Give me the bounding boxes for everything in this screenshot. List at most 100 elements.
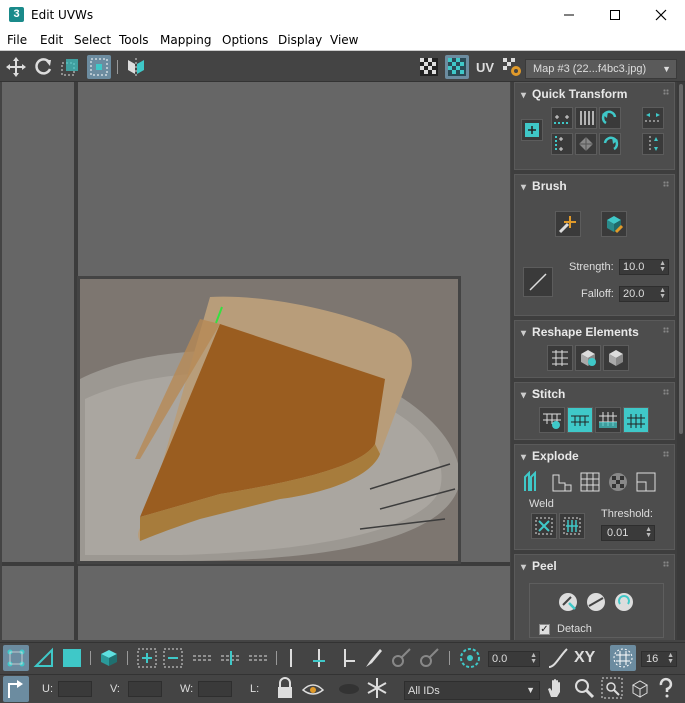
falloff-spinner[interactable]: 20.0 ▲ ▼ [619,286,669,302]
relax-button[interactable] [575,345,601,371]
minimize-button[interactable] [546,0,592,30]
move-tool-button[interactable] [4,55,28,79]
w-field[interactable] [198,681,232,697]
zoom-button[interactable] [572,676,596,700]
space-horizontal-button[interactable] [575,107,597,129]
grid-snap-icon [613,648,633,668]
align-vertical-button[interactable] [551,133,573,155]
rollout-title[interactable]: Peel [521,559,557,573]
relax-brush-button[interactable] [601,211,627,237]
hide-button[interactable] [337,676,361,700]
panel-scrollbar-thumb[interactable] [679,84,683,434]
zoom-region-button[interactable] [600,676,624,700]
show-map-button[interactable] [445,55,469,79]
uv-space-button[interactable]: UV [472,55,498,79]
set-pivot-button[interactable] [521,119,543,141]
rollout-title[interactable]: Quick Transform [521,87,627,101]
mirror-tool-button[interactable] [124,55,148,79]
rollout-title[interactable]: Brush [521,179,567,193]
menu-tools[interactable]: Tools [119,33,149,47]
soft-selection-value[interactable]: 0.0 ▲ ▼ [488,651,540,667]
menu-select[interactable]: Select [74,33,111,47]
loop-select-button[interactable] [191,646,215,670]
paint-shrink-button[interactable] [417,646,441,670]
break-by-polygroups-button[interactable] [521,469,547,495]
command-panel: Quick Transform Brush [511,82,685,640]
freeze-button[interactable] [365,676,389,700]
lock-selection-button[interactable] [273,676,297,700]
paint-select-button[interactable] [361,646,385,670]
ring-select-button[interactable] [279,646,303,670]
polygon-mode-button[interactable] [60,646,84,670]
rotate-plus-90-button[interactable] [599,133,621,155]
pan-button[interactable] [544,676,568,700]
stitch-to-source-button[interactable] [623,407,649,433]
ring-grow-button[interactable] [307,646,331,670]
loop-shrink-button[interactable] [247,646,271,670]
stitch-to-target-button[interactable] [567,407,593,433]
relax-settings-button[interactable] [603,345,629,371]
break-by-uv-button[interactable] [605,469,631,495]
align-horizontal-center-button[interactable] [642,107,664,129]
menu-view[interactable]: View [330,33,358,47]
edge-mode-button[interactable] [32,646,56,670]
pelt-map-button[interactable] [583,589,609,615]
menu-mapping[interactable]: Mapping [160,33,212,47]
freeform-tool-button[interactable] [87,55,111,79]
u-field[interactable] [58,681,92,697]
menu-display[interactable]: Display [278,33,322,47]
detach-checkbox[interactable]: ✓ [539,624,550,635]
falloff-label: Falloff: [581,288,614,300]
break-by-material-button[interactable] [577,469,603,495]
stitch-custom-button[interactable] [539,407,565,433]
rollout-title[interactable]: Explode [521,449,579,463]
paint-move-button[interactable] [555,211,581,237]
break-by-smoothing-button[interactable] [549,469,575,495]
align-v-center-icon [649,136,658,152]
texture-settings-button[interactable] [500,55,524,79]
weld-all-button[interactable] [559,513,585,539]
rotate-minus-90-button[interactable] [599,107,621,129]
quick-peel-button[interactable] [555,589,581,615]
element-mode-button[interactable] [97,646,121,670]
weld-selected-button[interactable] [531,513,557,539]
menu-file[interactable]: File [7,33,27,47]
uv-viewport[interactable] [2,82,510,640]
absolute-offset-toggle[interactable] [3,676,29,702]
v-field[interactable] [128,681,162,697]
reset-peel-button[interactable] [611,589,637,615]
soft-selection-button[interactable] [458,646,482,670]
paint-grow-button[interactable] [389,646,413,670]
hide-show-button[interactable] [301,676,325,700]
map-select[interactable]: Map #3 (22...f4bc3.jpg) ▼ [525,59,677,79]
rollout-title[interactable]: Reshape Elements [521,325,639,339]
xy-label[interactable]: XY [574,649,595,667]
strength-spinner[interactable]: 10.0 ▲ ▼ [619,259,669,275]
brush-falloff-button[interactable] [523,267,553,297]
stitch-average-button[interactable] [595,407,621,433]
scale-tool-button[interactable] [58,55,82,79]
grid-snap-button[interactable] [610,645,636,671]
align-vertical-center-button[interactable] [642,133,664,155]
grid-value-spinner[interactable]: 16 ▲ ▼ [641,651,677,667]
checker-pattern-button[interactable] [417,55,441,79]
id-filter-select[interactable]: All IDs ▼ [404,681,540,700]
ring-shrink-button[interactable] [335,646,359,670]
loop-grow-button[interactable] [219,646,243,670]
rollout-title-stitch[interactable]: Stitch [521,387,565,401]
align-horizontal-button[interactable] [551,107,573,129]
threshold-spinner[interactable]: 0.01 ▲ ▼ [601,525,655,541]
menu-edit[interactable]: Edit [40,33,63,47]
close-button[interactable] [638,0,684,30]
zoom-extents-button[interactable] [628,676,652,700]
maximize-button[interactable] [592,0,638,30]
straighten-selection-button[interactable] [547,345,573,371]
rotate-tool-button[interactable] [31,55,55,79]
straighten-button[interactable] [575,133,597,155]
vertex-mode-button[interactable] [3,645,29,671]
shrink-selection-button[interactable] [161,646,185,670]
falloff-curve-button[interactable] [546,646,570,670]
grow-selection-button[interactable] [135,646,159,670]
help-button[interactable] [654,676,678,700]
menu-options[interactable]: Options [222,33,268,47]
